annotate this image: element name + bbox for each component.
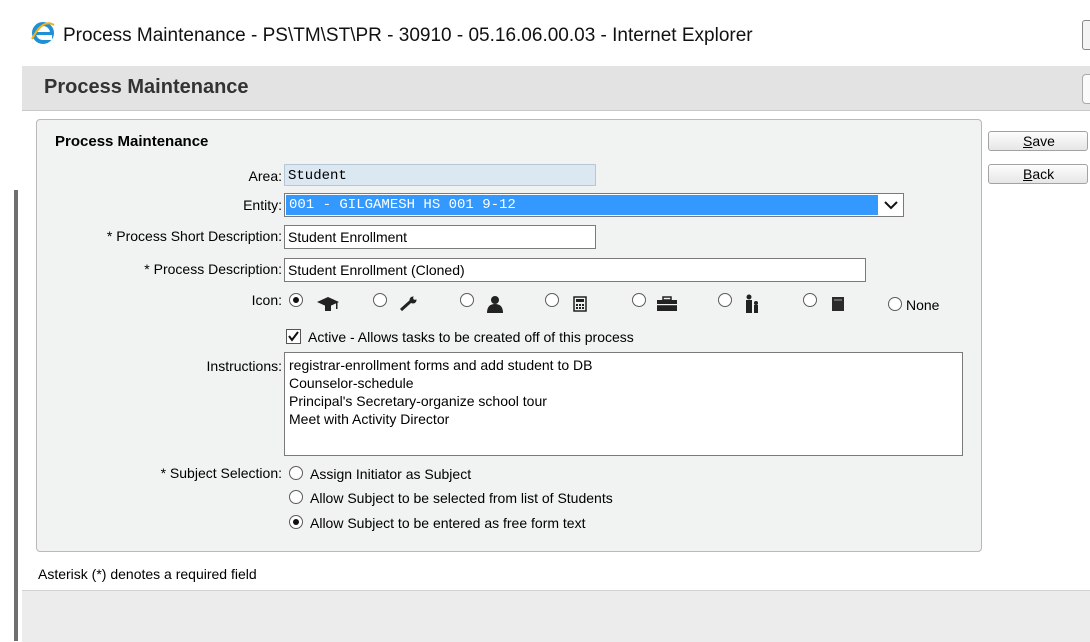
icon-radio-book[interactable] <box>803 293 817 307</box>
header-action-button[interactable] <box>1082 74 1090 104</box>
section-title: Process Maintenance <box>55 133 209 150</box>
back-button[interactable]: Back <box>988 164 1088 184</box>
icon-radio-calculator[interactable] <box>545 293 559 307</box>
subject-option-label: Assign Initiator as Subject <box>310 466 472 482</box>
wrench-icon <box>399 296 417 312</box>
instructions-line: registrar-enrollment forms and add stude… <box>289 357 593 373</box>
page-header: Process Maintenance <box>22 66 1090 111</box>
page-footer <box>22 590 1090 642</box>
subject-option-label: Allow Subject to be selected from list o… <box>310 490 613 506</box>
chevron-down-icon[interactable] <box>881 195 901 215</box>
active-checkbox[interactable] <box>286 329 301 344</box>
entity-label: Entity: <box>243 197 282 213</box>
subject-option-label: Allow Subject to be entered as free form… <box>310 515 586 531</box>
parent-child-icon <box>746 294 758 313</box>
entity-select[interactable]: 001 - GILGAMESH HS 001 9-12 <box>284 193 904 217</box>
book-icon <box>832 297 844 311</box>
instructions-line: Counselor-schedule <box>289 375 414 391</box>
area-label: Area: <box>248 168 282 184</box>
icon-radio-briefcase[interactable] <box>632 293 646 307</box>
subject-radio-initiator[interactable] <box>289 466 303 480</box>
checkmark-icon <box>288 331 299 342</box>
calculator-icon <box>573 296 587 312</box>
instructions-line: Principal's Secretary-organize school to… <box>289 393 547 409</box>
icon-none-label: None <box>906 297 940 313</box>
subject-selection-label: * Subject Selection: <box>160 465 282 481</box>
window-side-border <box>14 190 18 641</box>
instructions-label: Instructions: <box>206 358 282 374</box>
short-description-input[interactable]: Student Enrollment <box>284 225 596 249</box>
icon-label: Icon: <box>251 292 282 308</box>
required-field-note: Asterisk (*) denotes a required field <box>38 566 257 582</box>
briefcase-icon <box>657 296 677 311</box>
icon-radio-person[interactable] <box>460 293 474 307</box>
internet-explorer-icon <box>31 22 55 44</box>
description-input[interactable]: Student Enrollment (Cloned) <box>284 258 866 282</box>
subject-radio-free-form[interactable] <box>289 515 303 529</box>
window-control-button[interactable] <box>1082 20 1090 50</box>
subject-radio-student-list[interactable] <box>289 490 303 504</box>
window-left-edge <box>0 0 14 641</box>
description-label: * Process Description: <box>144 261 282 277</box>
instructions-line: Meet with Activity Director <box>289 411 450 427</box>
area-field: Student <box>284 164 596 186</box>
save-button[interactable]: Save <box>988 131 1088 151</box>
icon-radio-none[interactable] <box>888 297 902 311</box>
icon-radio-parent-child[interactable] <box>718 293 732 307</box>
active-label: Active - Allows tasks to be created off … <box>308 329 634 345</box>
icon-radio-wrench[interactable] <box>373 293 387 307</box>
person-icon <box>487 296 503 313</box>
entity-selected-value: 001 - GILGAMESH HS 001 9-12 <box>286 195 878 215</box>
window-title: Process Maintenance - PS\TM\ST\PR - 3091… <box>63 25 753 46</box>
graduation-cap-icon <box>317 297 339 311</box>
short-description-label: * Process Short Description: <box>106 228 282 244</box>
icon-radio-graduation-cap[interactable] <box>289 293 303 307</box>
instructions-textarea[interactable]: registrar-enrollment forms and add stude… <box>284 352 963 456</box>
page-title: Process Maintenance <box>44 76 249 98</box>
